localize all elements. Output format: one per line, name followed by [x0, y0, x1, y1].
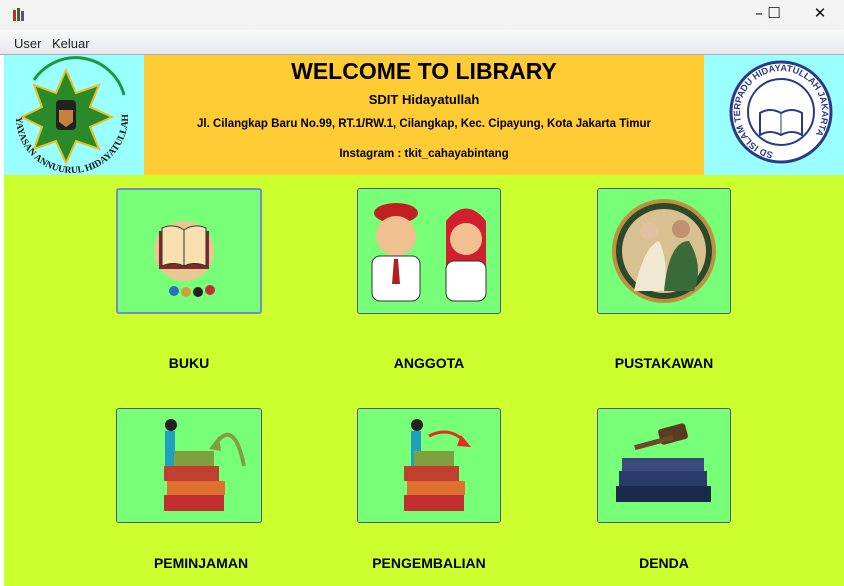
header-banner: WELCOME TO LIBRARY SDIT Hidayatullah Jl.… [144, 55, 704, 175]
title-bar: – ☐ ✕ [0, 0, 844, 30]
close-button[interactable]: ✕ [805, 4, 835, 24]
buku-label: BUKU [168, 355, 210, 371]
return-icon [404, 418, 471, 511]
librarian-icon [612, 199, 716, 303]
peminjaman-label: PEMINJAMAN [153, 555, 249, 571]
menu-user[interactable]: User [14, 36, 41, 51]
pengembalian-button[interactable] [357, 408, 501, 523]
buku-button[interactable] [116, 188, 262, 314]
menu-bar: User Keluar [0, 30, 844, 55]
anggota-label: ANGGOTA [393, 355, 465, 371]
maximize-button[interactable]: ☐ [759, 4, 789, 24]
denda-button[interactable] [597, 408, 731, 523]
school-logo: SD ISLAM TERPADU HIDAYATULLAH JAKARTA [704, 55, 844, 175]
students-icon [371, 203, 487, 302]
peminjaman-button[interactable] [116, 408, 262, 523]
foundation-logo: YAYASAN ANNUURUL HIDAYATULLAH [4, 55, 144, 176]
school-address: Jl. Cilangkap Baru No.99, RT.1/RW.1, Cil… [197, 118, 651, 130]
book-icon [154, 221, 215, 297]
menu-keluar[interactable]: Keluar [52, 36, 90, 51]
pustakawan-label: PUSTAKAWAN [614, 355, 714, 371]
gavel-icon [616, 422, 711, 502]
instagram-handle: Instagram : tkit_cahayabintang [339, 148, 509, 160]
anggota-button[interactable] [357, 188, 501, 314]
pengembalian-label: PENGEMBALIAN [372, 555, 486, 571]
denda-label: DENDA [639, 555, 689, 571]
pustakawan-button[interactable] [597, 188, 731, 314]
borrow-icon [164, 418, 246, 511]
page-title: WELCOME TO LIBRARY [291, 58, 557, 84]
school-name: SDIT Hidayatullah [368, 92, 480, 107]
app-icon [12, 6, 26, 22]
